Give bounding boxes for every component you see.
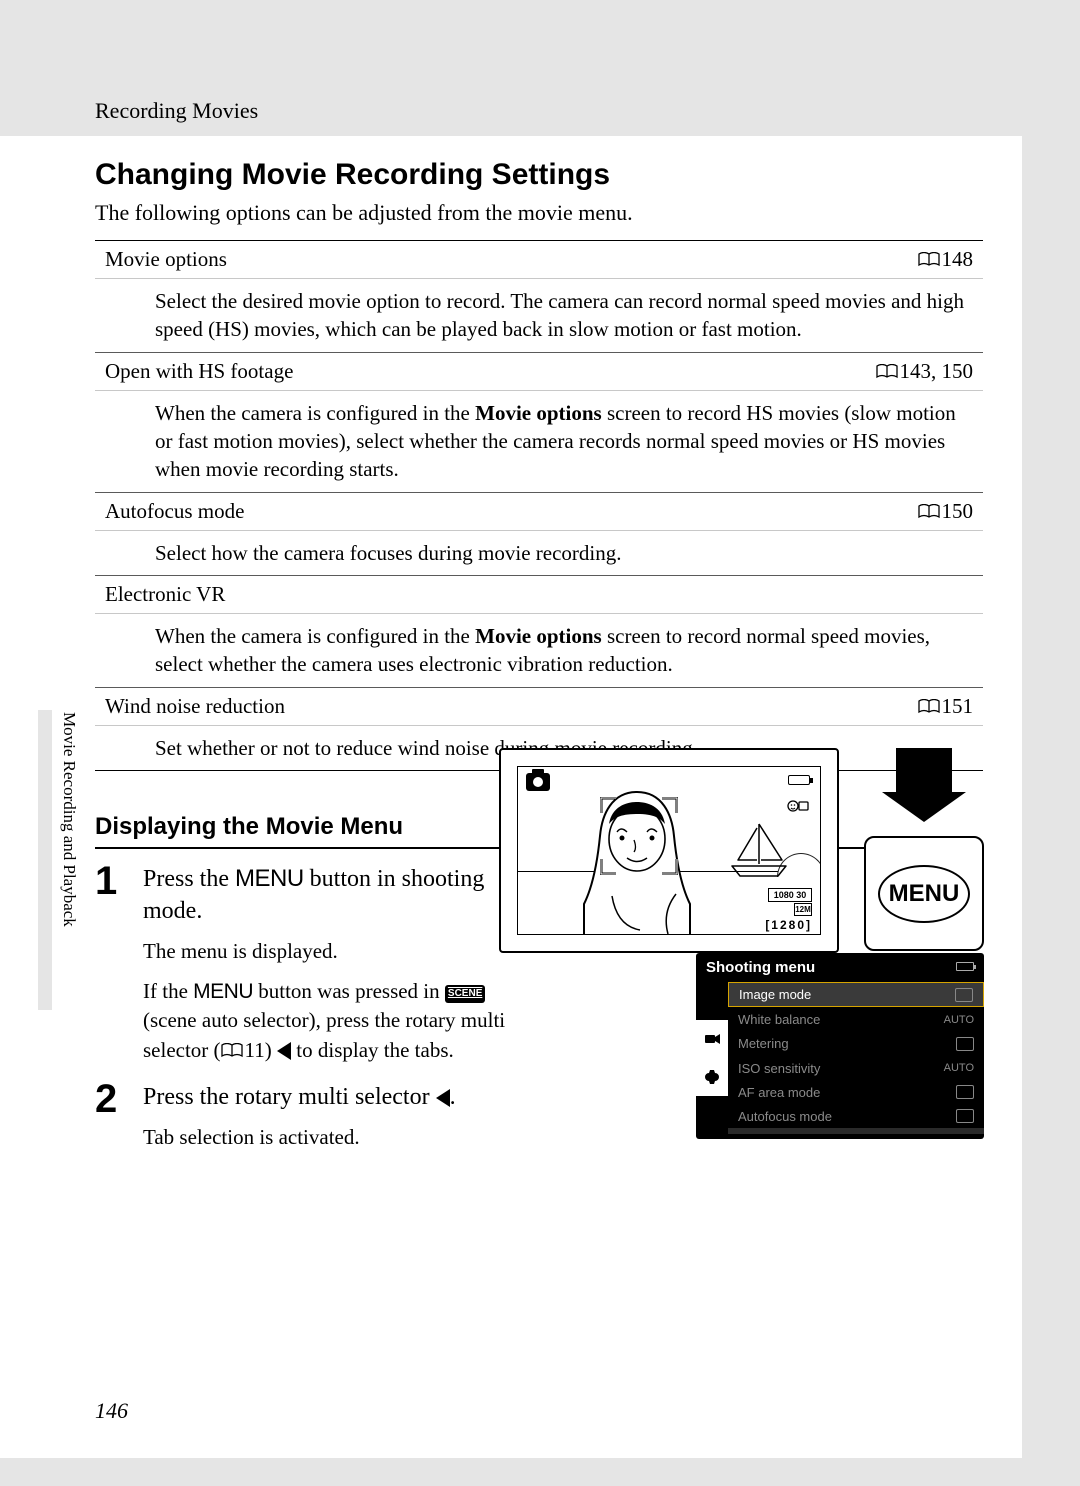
shooting-menu-row-value: [956, 1109, 974, 1123]
menu-button-label: MENU: [878, 865, 970, 923]
option-name: Electronic VR: [95, 576, 843, 614]
shooting-menu-row: AF area mode: [728, 1080, 984, 1104]
boat-illustration: [726, 822, 792, 882]
lcd-counter: [1280]: [765, 918, 812, 932]
shooting-menu-illustration: Shooting menu Image mode White balance AUT…: [696, 953, 984, 1139]
page-ref-icon: [918, 699, 940, 714]
battery-icon: [788, 775, 810, 785]
step-number: 1: [95, 863, 129, 1065]
intro-text: The following options can be adjusted fr…: [95, 200, 983, 226]
option-page-ref: 148: [843, 241, 983, 279]
scene-icon: SCENE: [445, 985, 485, 1003]
shooting-menu-row-value: [955, 988, 973, 1002]
shooting-menu-row: ISO sensitivity AUTO: [728, 1056, 984, 1080]
lcd-hd-badge: 1080 30: [768, 888, 812, 902]
menu-button-illustration: MENU: [864, 748, 984, 953]
menu-word: MENU: [235, 865, 304, 892]
shooting-menu-row: White balance AUTO: [728, 1007, 984, 1031]
option-name: Autofocus mode: [95, 492, 843, 530]
shooting-menu-row: Metering: [728, 1031, 984, 1055]
shooting-menu-title: Shooting menu: [696, 953, 984, 982]
page-title: Changing Movie Recording Settings: [95, 158, 983, 192]
step-1-line1: The menu is displayed.: [143, 937, 533, 966]
shooting-menu-row-label: Autofocus mode: [738, 1109, 832, 1124]
step-1-title: Press the MENU button in shooting mode.: [143, 863, 533, 928]
option-page-ref: 150: [843, 492, 983, 530]
shooting-menu-row-value: [956, 1085, 974, 1099]
tab-blank: [696, 1096, 728, 1134]
step-2-body: Tab selection is activated.: [143, 1123, 603, 1152]
option-description: Select the desired movie option to recor…: [95, 279, 983, 353]
page-number: 146: [95, 1398, 128, 1424]
option-page-ref: [843, 576, 983, 614]
shooting-menu-tabs: [696, 982, 728, 1134]
shooting-menu-row-value: [956, 1037, 974, 1051]
tab-shooting: [696, 982, 728, 1020]
lcd-illustration: 1080 30 12M [1280]: [499, 748, 839, 953]
battery-icon: [956, 962, 974, 971]
option-description: When the camera is configured in the Mov…: [95, 390, 983, 492]
page-ref-icon: [918, 252, 940, 267]
header-band: Recording Movies: [0, 28, 1022, 136]
option-name: Open with HS footage: [95, 352, 843, 390]
shooting-menu-row-label: White balance: [738, 1012, 820, 1027]
shooting-menu-row-value: AUTO: [944, 1014, 974, 1026]
options-table: Movie options148Select the desired movie…: [95, 240, 983, 771]
tab-setup: [696, 1058, 728, 1096]
shooting-menu-row: Autofocus mode: [728, 1104, 984, 1128]
page-ref-icon: [918, 504, 940, 519]
shooting-menu-row-label: Image mode: [739, 987, 811, 1002]
shooting-menu-list: Image mode White balance AUTO Metering ISO s…: [728, 982, 984, 1134]
left-arrow-icon: [436, 1089, 450, 1107]
step-2-title: Press the rotary multi selector .: [143, 1081, 603, 1113]
lcd-resolution-badge: 12M: [794, 903, 812, 916]
side-tab-marker: [38, 710, 52, 1010]
left-arrow-icon: [277, 1042, 291, 1060]
breadcrumb: Recording Movies: [95, 98, 258, 124]
option-name: Movie options: [95, 241, 843, 279]
option-page-ref: 143, 150: [843, 352, 983, 390]
camera-icon: [526, 773, 550, 791]
face-detect-frame: [600, 797, 678, 875]
page-ref-icon: [876, 364, 898, 379]
option-description: Select how the camera focuses during mov…: [95, 530, 983, 575]
option-description: When the camera is configured in the Mov…: [95, 614, 983, 688]
tab-movie: [696, 1020, 728, 1058]
page-ref-icon: [221, 1043, 243, 1058]
arrow-down-icon: [896, 748, 952, 792]
shooting-menu-row-value: AUTO: [944, 1062, 974, 1074]
manual-page: Recording Movies Movie Recording and Pla…: [0, 28, 1022, 1458]
shooting-menu-row-label: ISO sensitivity: [738, 1061, 820, 1076]
option-name: Wind noise reduction: [95, 687, 843, 725]
shooting-menu-row: Image mode: [728, 982, 984, 1007]
face-priority-icon: [786, 797, 810, 819]
shooting-menu-row-label: AF area mode: [738, 1085, 820, 1100]
step-1-line2: If the MENU button was pressed in SCENE …: [143, 977, 533, 1065]
option-page-ref: 151: [843, 687, 983, 725]
step-number: 2: [95, 1081, 129, 1153]
side-section-label: Movie Recording and Playback: [59, 712, 79, 1002]
shooting-menu-row-label: Metering: [738, 1036, 789, 1051]
